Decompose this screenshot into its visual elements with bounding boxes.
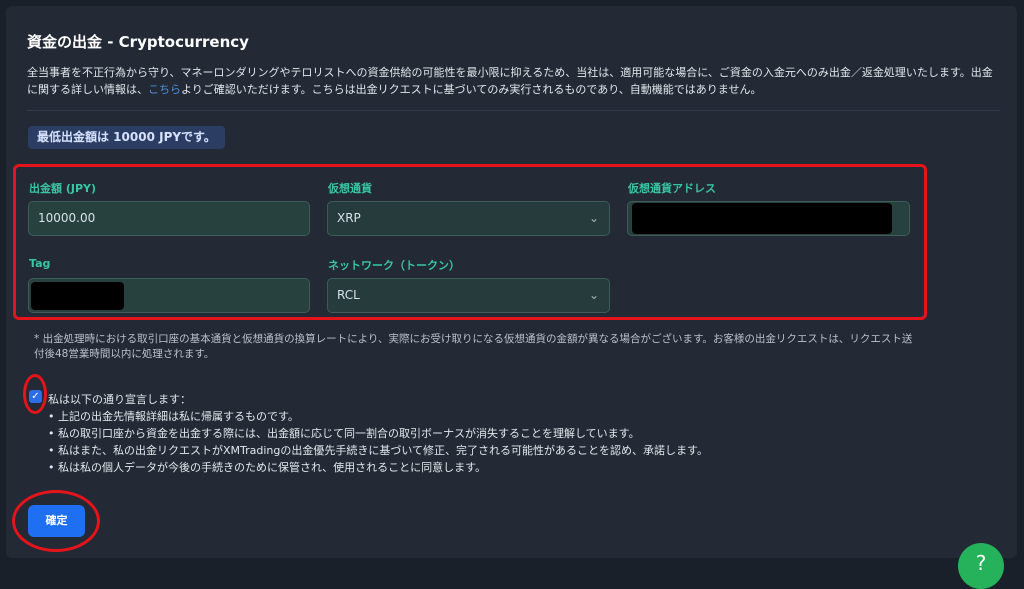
- declaration-list: 上記の出金先情報詳細は私に帰属するものです。 私の取引口座から資金を出金する際に…: [48, 408, 708, 476]
- list-item: 私の取引口座から資金を出金する際には、出金額に応じて同一割合の取引ボーナスが消失…: [48, 425, 708, 442]
- description-text: 全当事者を不正行為から守り、マネーロンダリングやテロリストへの資金供給の可能性を…: [27, 64, 997, 98]
- list-item: 上記の出金先情報詳細は私に帰属するものです。: [48, 408, 708, 425]
- highlight-ellipse: [23, 374, 47, 414]
- list-item: 私はまた、私の出金リクエストがXMTradingの出金優先手続きに基づいて修正、…: [48, 442, 708, 459]
- page-title: 資金の出金 - Cryptocurrency: [27, 33, 249, 51]
- description-after-link: よりご確認いただけます。こちらは出金リクエストに基づいてのみ実行されるものであり…: [181, 83, 762, 96]
- help-icon: ?: [975, 551, 987, 575]
- declaration-heading: 私は以下の通り宣言します：: [48, 393, 191, 406]
- minimum-amount-badge: 最低出金額は 10000 JPYです。: [28, 126, 225, 149]
- divider: [27, 110, 1000, 111]
- highlight-ellipse: [12, 490, 100, 552]
- help-button[interactable]: ?: [958, 543, 1004, 589]
- highlight-rectangle: [13, 164, 927, 320]
- details-link[interactable]: こちら: [148, 83, 181, 96]
- conversion-note: * 出金処理時における取引口座の基本通貨と仮想通貨の換算レートにより、実際にお受…: [34, 333, 913, 360]
- list-item: 私は私の個人データが今後の手続きのために保管され、使用されることに同意します。: [48, 459, 708, 476]
